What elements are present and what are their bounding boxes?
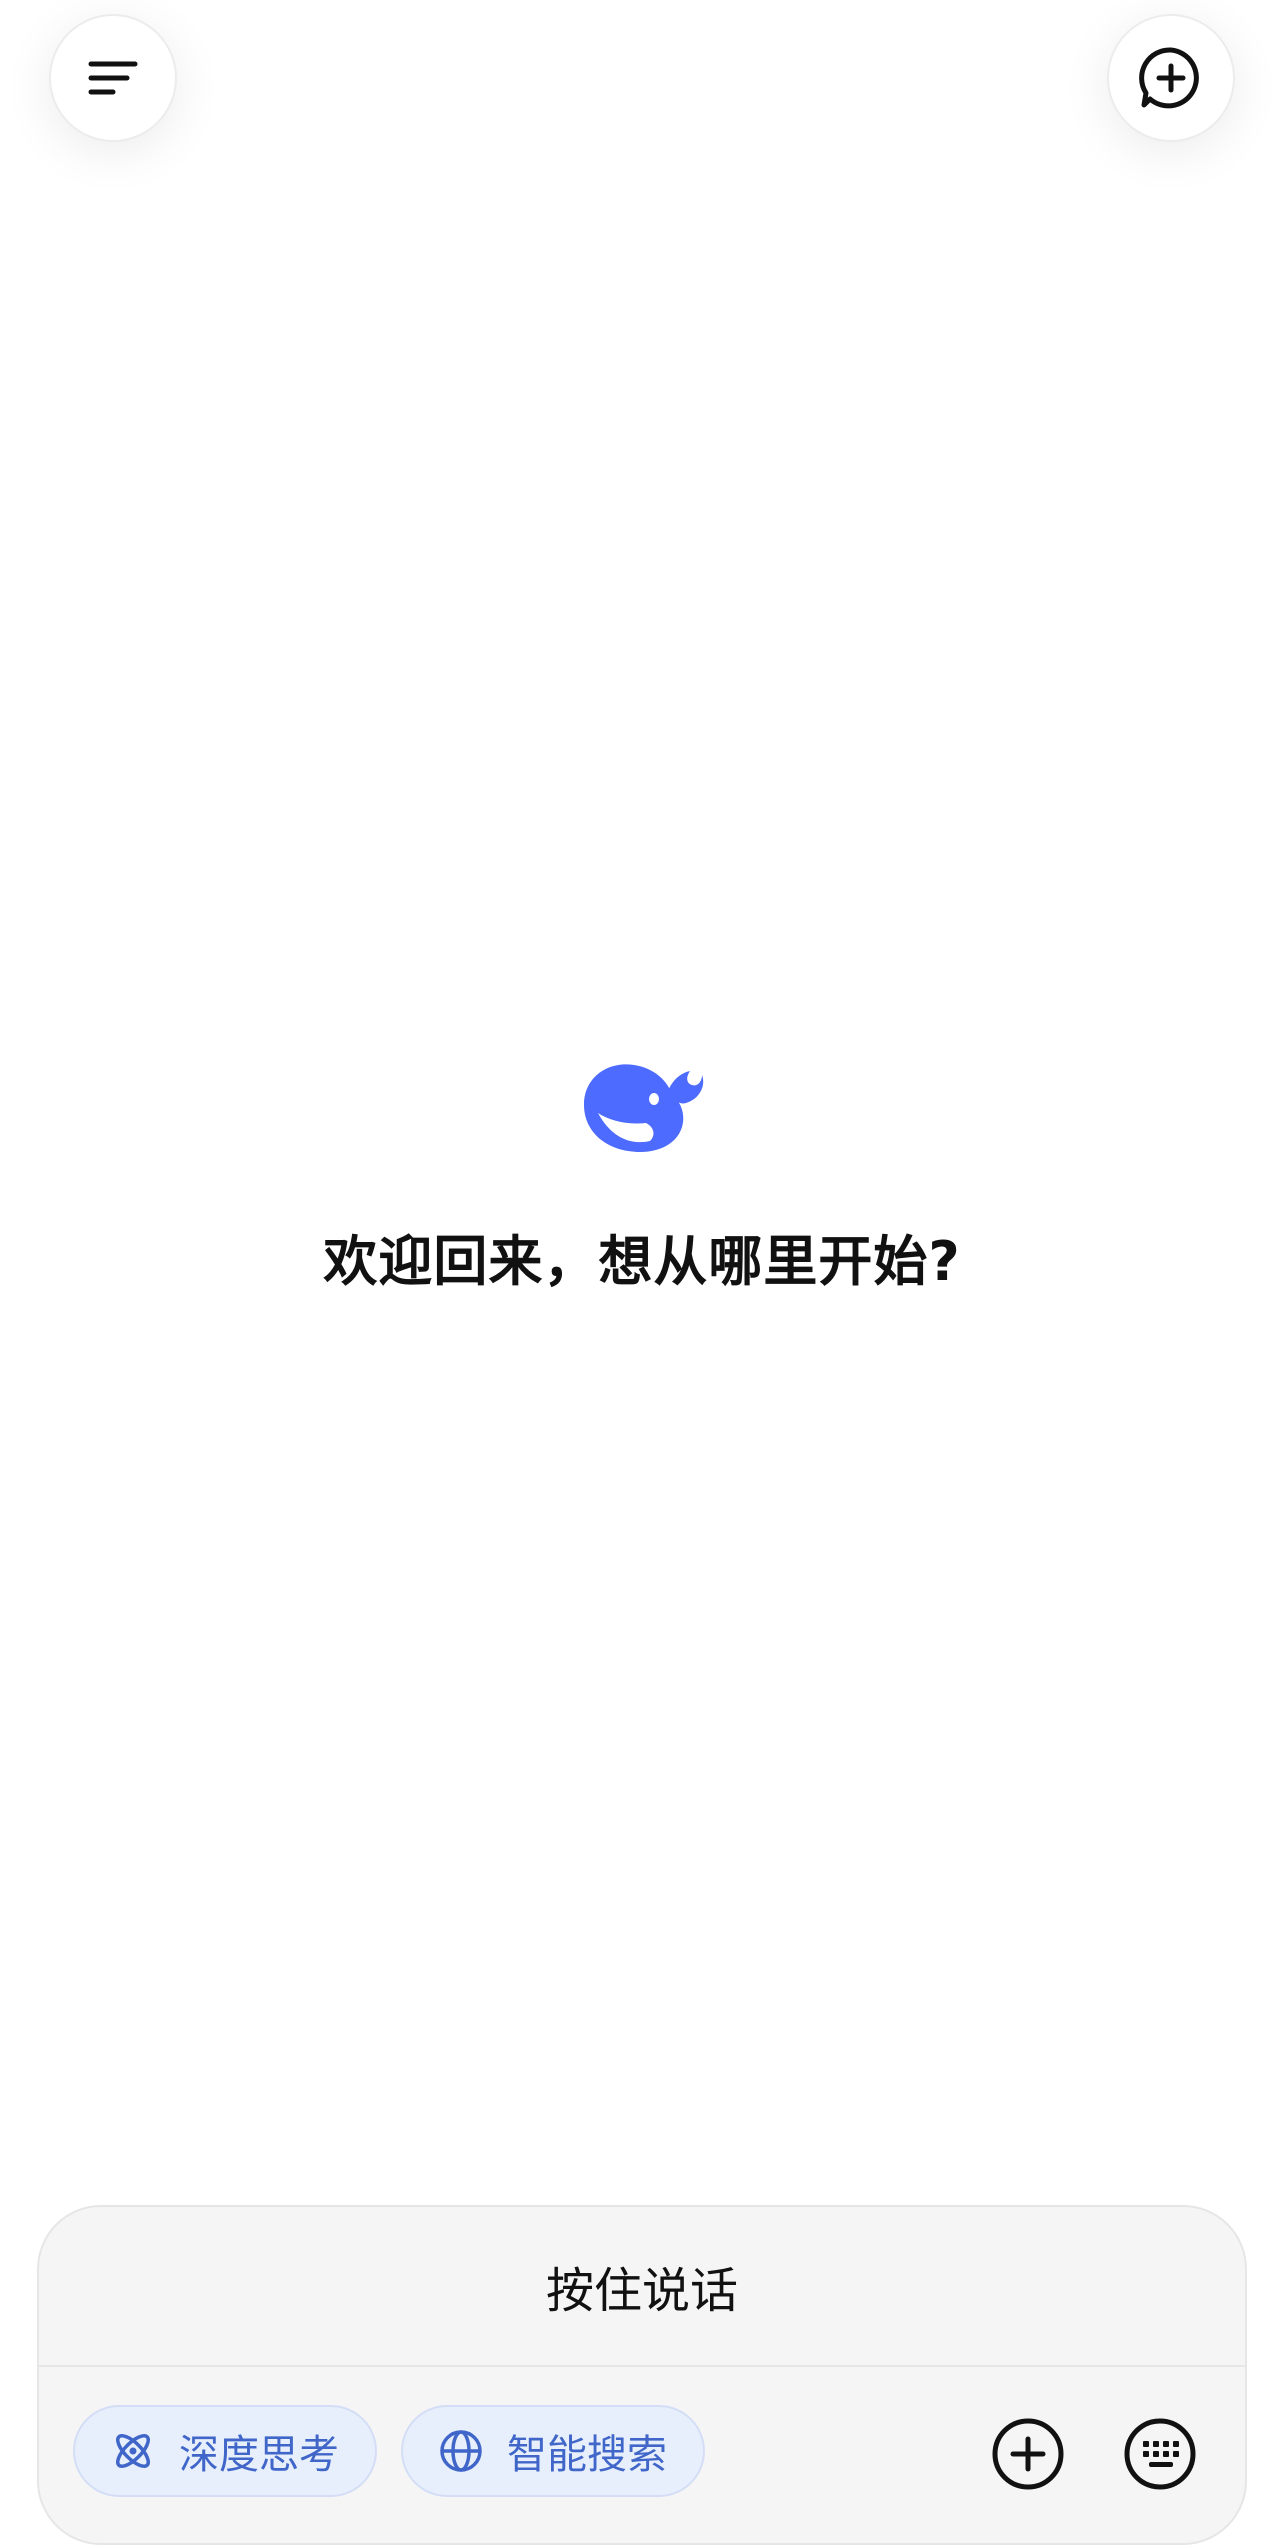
smart-search-label: 智能搜索	[507, 2432, 667, 2478]
new-chat-button[interactable]	[1107, 14, 1235, 142]
welcome-section: 欢迎回来，想从哪里开始?	[0, 1055, 1284, 1296]
atom-icon	[109, 2427, 179, 2475]
keyboard-icon	[1123, 2417, 1197, 2491]
deep-think-toggle[interactable]: 深度思考	[73, 2405, 377, 2497]
deep-think-label: 深度思考	[179, 2432, 339, 2478]
composer-panel: 按住说话 深度思考 智能搜索	[37, 2205, 1247, 2545]
menu-button[interactable]	[49, 14, 177, 142]
plus-circle-icon	[991, 2417, 1065, 2491]
welcome-title: 欢迎回来，想从哪里开始?	[323, 1230, 961, 1293]
new-chat-icon	[1136, 43, 1206, 113]
composer-divider	[39, 2365, 1245, 2367]
add-attachment-button[interactable]	[991, 2417, 1065, 2491]
keyboard-toggle-button[interactable]	[1123, 2417, 1197, 2491]
menu-icon	[85, 50, 141, 106]
smart-search-toggle[interactable]: 智能搜索	[401, 2405, 705, 2497]
globe-icon	[437, 2427, 507, 2475]
whale-logo-icon	[576, 1055, 708, 1155]
hold-to-talk-button[interactable]: 按住说话	[39, 2207, 1245, 2365]
